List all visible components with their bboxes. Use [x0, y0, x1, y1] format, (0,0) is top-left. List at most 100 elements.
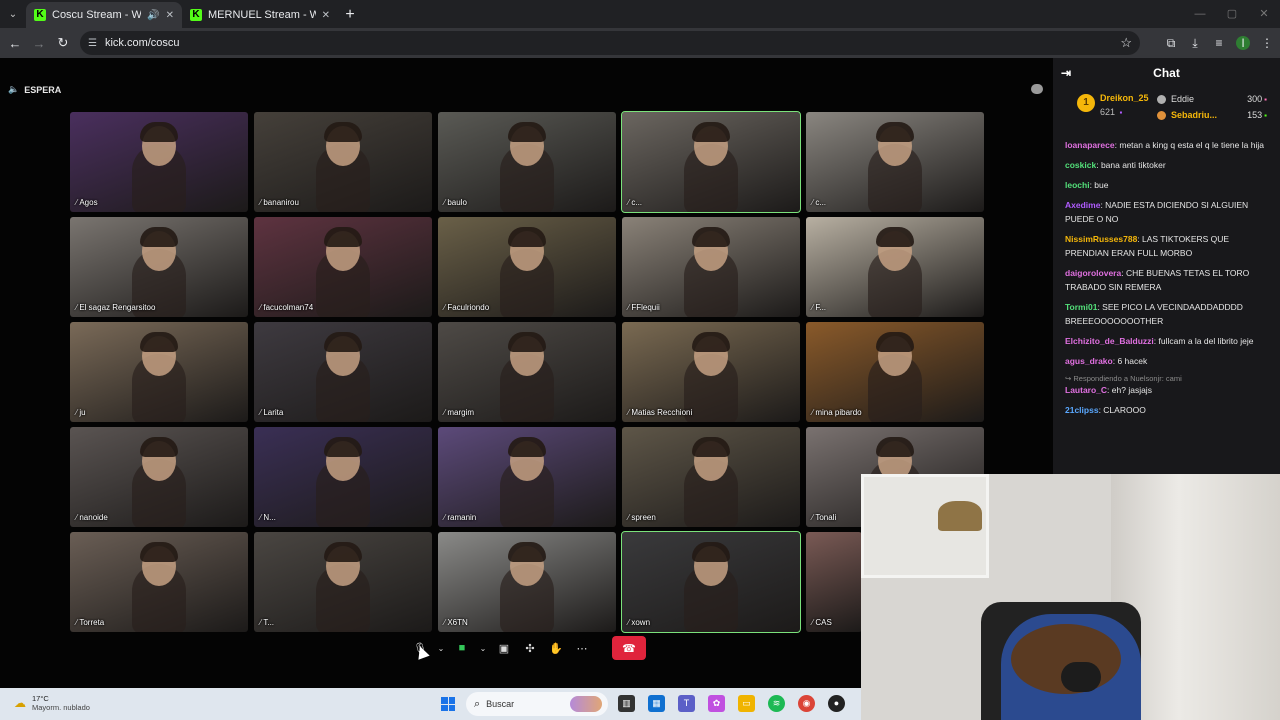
chat-username[interactable]: Lautaro_C	[1065, 385, 1107, 395]
site-settings-icon[interactable]: ☰	[88, 38, 97, 49]
participant-name: Matias Recchioni	[631, 408, 693, 417]
participant-name-tag: ⁄ Larita	[260, 408, 283, 417]
participant-tile[interactable]: ⁄ mina pibardo	[806, 322, 984, 422]
more-options-icon[interactable]: ⋯	[572, 638, 592, 658]
chat-username[interactable]: Axedime	[1065, 200, 1100, 210]
spotify-icon[interactable]: ≋	[768, 695, 785, 712]
mic-options-chevron-icon[interactable]: ⌄	[436, 638, 446, 658]
reload-icon[interactable]: ↻	[51, 35, 75, 51]
reading-list-icon[interactable]: ≡	[1212, 36, 1226, 50]
collapse-chat-icon[interactable]: ⇥	[1061, 66, 1071, 80]
participant-video-figure	[324, 122, 362, 142]
download-icon[interactable]: ⤓	[1188, 36, 1202, 51]
participant-tile[interactable]: ⁄ ramanin	[438, 427, 616, 527]
chat-bubble-icon[interactable]	[1031, 84, 1043, 94]
participant-tile[interactable]: ⁄ xown	[621, 531, 801, 633]
browser-menu-icon[interactable]: ⋮	[1260, 36, 1274, 50]
task-view-icon[interactable]: ▥	[618, 695, 635, 712]
participant-tile[interactable]: ⁄ Agos	[70, 112, 248, 212]
participant-tile[interactable]: ⁄ N...	[254, 427, 432, 527]
participant-tile[interactable]: ⁄ CAS	[806, 532, 862, 632]
hang-up-button[interactable]: ☎	[612, 636, 646, 660]
participant-tile[interactable]: ⁄ Matias Recchioni	[622, 322, 800, 422]
participant-name: xown	[631, 618, 651, 627]
participant-name-tag: ⁄ Agos	[76, 198, 98, 207]
wall-shelf	[861, 474, 989, 578]
speaker-icon[interactable]: 🔊	[147, 10, 159, 21]
participant-tile[interactable]: ⁄ Larita	[254, 322, 432, 422]
participant-name-tag: ⁄ baulo	[444, 198, 467, 207]
maximize-icon[interactable]: ▢	[1216, 0, 1248, 28]
forward-icon[interactable]: →	[27, 36, 51, 51]
file-explorer-icon[interactable]: ▭	[738, 695, 755, 712]
participant-tile[interactable]: ⁄ baulo	[438, 112, 616, 212]
obs-icon[interactable]: ●	[828, 695, 845, 712]
participant-tile[interactable]: ⁄ bananirou	[254, 112, 432, 212]
leader-row[interactable]: Eddie 300 ▪	[1157, 92, 1267, 106]
chat-username[interactable]: NissimRusses788	[1065, 234, 1137, 244]
reactions-icon[interactable]: ✋	[546, 638, 566, 658]
windows-start-icon[interactable]	[441, 697, 455, 711]
participant-tile[interactable]: ⁄ F...	[806, 217, 984, 317]
bookmark-star-icon[interactable]: ☆	[1120, 35, 1132, 51]
reply-reference[interactable]: ↪ Respondiendo a Nuelsonjr: cami	[1065, 374, 1268, 383]
tab-mernuel[interactable]: K MERNUEL Stream - Watch Live ✕	[182, 2, 338, 28]
omnibox[interactable]: ☰ kick.com/coscu ☆	[80, 31, 1140, 55]
chat-username[interactable]: Elchizito_de_Balduzzi	[1065, 336, 1154, 346]
participant-name-tag: ⁄ FFlequii	[628, 303, 660, 312]
pinned-apps: ▥ ▦ T ✿ ▭ ≋ ◉ ●	[618, 695, 845, 712]
participant-tile[interactable]: ⁄ c...	[621, 111, 801, 213]
taskbar-search[interactable]: ⌕ Buscar	[466, 692, 608, 716]
participant-tile[interactable]: ⁄ nanoide	[70, 427, 248, 527]
participant-tile[interactable]: ⁄ facucolman74	[254, 217, 432, 317]
extensions-icon[interactable]: ⧉	[1164, 36, 1178, 51]
teams-icon[interactable]: T	[678, 695, 695, 712]
participant-tile[interactable]: ⁄ c...	[806, 112, 984, 212]
participant-tile[interactable]: ⁄ FFlequii	[622, 217, 800, 317]
chat-username[interactable]: leochi	[1065, 180, 1090, 190]
chat-message: Tormi01: SEE PICO LA VECINDAADDADDDD BRE…	[1065, 300, 1268, 328]
participant-tile[interactable]: ⁄ ju	[70, 322, 248, 422]
minimize-icon[interactable]: —	[1184, 0, 1216, 28]
tab-search-chevron-icon[interactable]: ⌄	[0, 0, 26, 28]
muted-mic-icon: ⁄	[812, 198, 814, 207]
chat-username[interactable]: coskick	[1065, 160, 1096, 170]
leader-row[interactable]: Sebadriu... 153 ▪	[1157, 108, 1267, 122]
close-tab-icon[interactable]: ✕	[322, 10, 330, 21]
tab-coscu[interactable]: K Coscu Stream - Watch Live 🔊 ✕	[26, 2, 182, 28]
camera-options-chevron-icon[interactable]: ⌄	[478, 638, 488, 658]
chat-username[interactable]: Tormi01	[1065, 302, 1097, 312]
participant-name: X6TN	[447, 618, 468, 627]
back-icon[interactable]: ←	[3, 36, 27, 51]
muted-mic-icon: ⁄	[812, 513, 814, 522]
chat-username[interactable]: daigorolovera	[1065, 268, 1121, 278]
participant-tile[interactable]: ⁄ Faculriondo	[438, 217, 616, 317]
chat-username[interactable]: agus_drako	[1065, 356, 1113, 366]
new-tab-button[interactable]: +	[338, 2, 362, 28]
leader-name[interactable]: Dreikon_25	[1100, 93, 1149, 103]
participant-tile[interactable]: ⁄ El sagaz Rengarsitoo	[70, 217, 248, 317]
chrome-icon[interactable]: ◉	[798, 695, 815, 712]
muted-mic-icon: ⁄	[628, 513, 630, 522]
chat-username[interactable]: 21clipss	[1065, 405, 1099, 415]
profile-avatar[interactable]: I	[1236, 36, 1250, 50]
weather-widget[interactable]: ☁ 17°C Mayorm. nublado	[14, 694, 90, 712]
participant-tile[interactable]: ⁄ Torreta	[70, 532, 248, 632]
participant-tile[interactable]: ⁄ margim	[438, 322, 616, 422]
participant-name: ramanin	[447, 513, 477, 522]
url-text[interactable]: kick.com/coscu	[105, 37, 1112, 49]
close-window-icon[interactable]: ✕	[1248, 0, 1280, 28]
apps-icon[interactable]: ✣	[520, 638, 540, 658]
store-icon[interactable]: ▦	[648, 695, 665, 712]
participant-video-figure	[140, 122, 178, 142]
participant-tile[interactable]: ⁄ spreen	[622, 427, 800, 527]
participant-tile[interactable]: ⁄ X6TN	[438, 532, 616, 632]
copilot-icon[interactable]: ✿	[708, 695, 725, 712]
participant-video-figure	[324, 227, 362, 247]
participant-video-figure	[324, 332, 362, 352]
chat-username[interactable]: loanaparece	[1065, 140, 1115, 150]
share-screen-icon[interactable]: ▣	[494, 638, 514, 658]
camera-icon[interactable]: ■	[452, 638, 472, 658]
participant-tile[interactable]: ⁄ T...	[254, 532, 432, 632]
close-tab-icon[interactable]: ✕	[166, 10, 174, 21]
